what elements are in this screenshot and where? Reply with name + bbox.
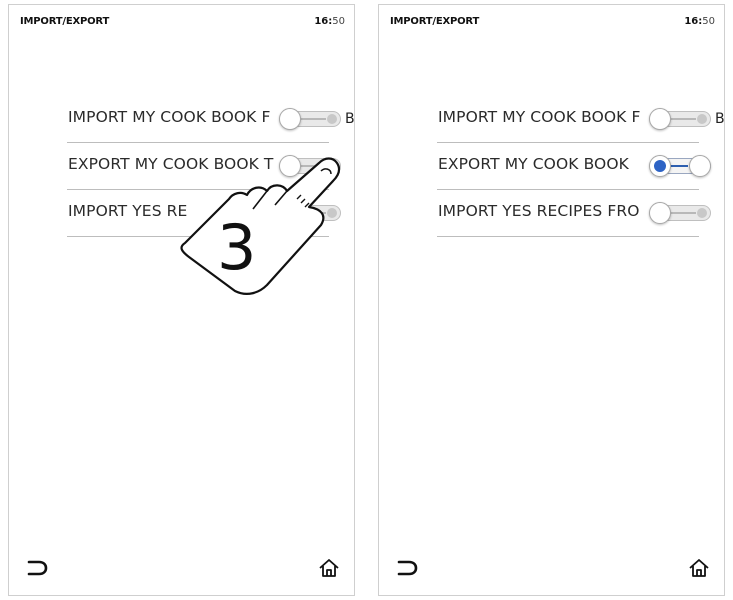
row-label: IMPORT YES RECIPES FRO (438, 202, 640, 220)
clock-minute: 50 (332, 16, 345, 27)
import-cookbook-toggle[interactable] (649, 108, 711, 130)
gesture-step-number: 3 (217, 211, 256, 284)
list-item-export-cookbook[interactable]: EXPORT MY COOK BOOK (437, 144, 711, 190)
back-arrow-icon[interactable] (26, 560, 48, 576)
page-title: IMPORT/EXPORT (390, 16, 480, 27)
clock-hour: 16: (684, 16, 703, 27)
import-cookbook-toggle[interactable] (279, 108, 341, 130)
clock-hour: 16: (314, 16, 333, 27)
page-title: IMPORT/EXPORT (20, 16, 110, 27)
row-label: IMPORT MY COOK BOOK F (438, 108, 641, 126)
home-icon[interactable] (318, 558, 340, 578)
row-label: IMPORT MY COOK BOOK F (68, 108, 271, 126)
row-trailing-text: B (345, 111, 355, 127)
status-clock: 16:50 (684, 16, 715, 27)
back-arrow-icon[interactable] (396, 560, 418, 576)
status-clock: 16:50 (314, 16, 345, 27)
row-trailing-text: B (715, 111, 725, 127)
list-item-import-yes-recipes[interactable]: IMPORT YES RECIPES FRO (437, 191, 711, 237)
row-label: IMPORT YES RE (68, 202, 188, 220)
row-label: EXPORT MY COOK BOOK (438, 155, 629, 173)
export-cookbook-toggle[interactable] (649, 155, 711, 177)
tap-hand-icon: 3 (180, 157, 341, 295)
list-item-import-cookbook[interactable]: IMPORT MY COOK BOOK F B (67, 97, 354, 143)
import-yes-recipes-toggle[interactable] (649, 202, 711, 224)
list-item-import-cookbook[interactable]: IMPORT MY COOK BOOK F B (437, 97, 724, 143)
screen-after: IMPORT/EXPORT 16:50 IMPORT MY COOK BOOK … (378, 4, 725, 596)
home-icon[interactable] (688, 558, 710, 578)
screen-before: IMPORT/EXPORT 16:50 IMPORT MY COOK BOOK … (8, 4, 355, 596)
clock-minute: 50 (702, 16, 715, 27)
